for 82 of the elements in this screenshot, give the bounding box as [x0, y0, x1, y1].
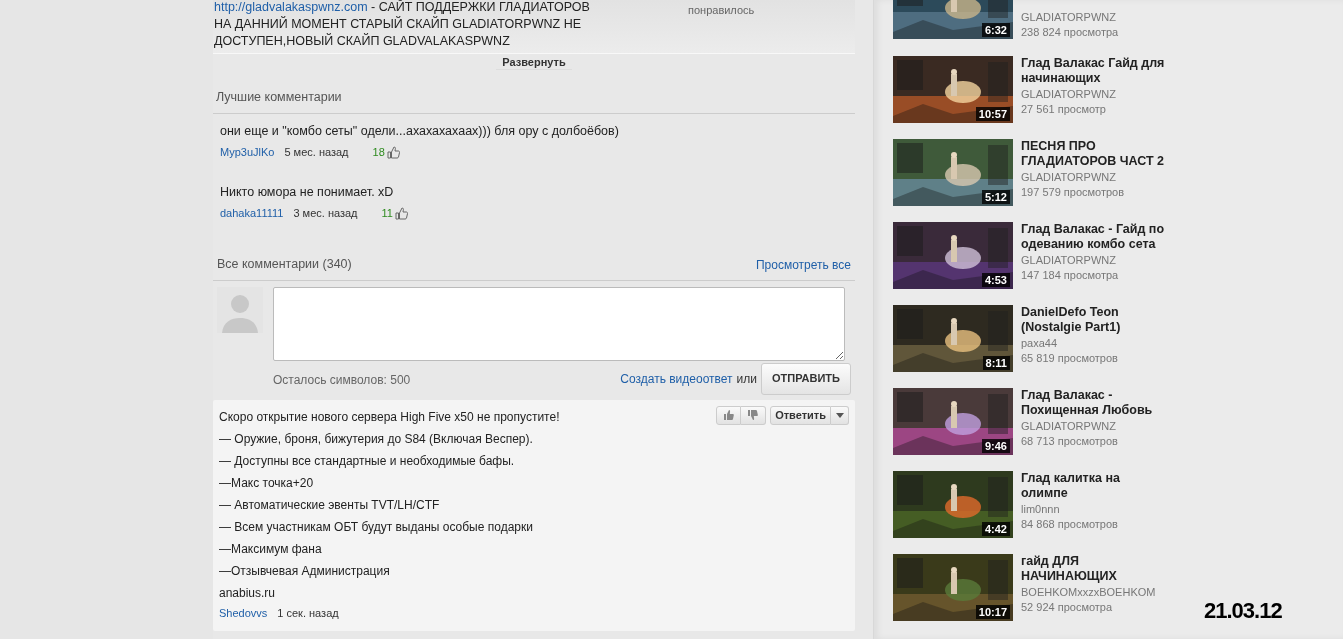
video-title-link[interactable]: Глад Валакас - Похищенная Любовь [1021, 388, 1167, 418]
comment-time: 5 мес. назад [284, 144, 349, 160]
comment-time: 3 мес. назад [293, 206, 358, 222]
view-count: 84 868 просмотров [1021, 517, 1119, 532]
like-button[interactable] [716, 405, 742, 425]
likes-label: понравилось [688, 3, 755, 18]
like-count: 11 [381, 206, 393, 222]
video-title-link[interactable]: ПЕСНЯ ПРО ГЛАДИАТОРОВ ЧАСТ 2 [1021, 139, 1167, 169]
duration-badge: 10:17 [975, 605, 1010, 619]
expand-button[interactable]: Развернуть [496, 54, 572, 70]
comment-text: они еще и "комбо сеты" одели...ахахахахаах))) бля ору с долбоёбов) [220, 122, 620, 139]
comment-text: Никто юмора не понимает. xD [220, 184, 395, 201]
video-reply-link[interactable]: Создать видеоответ [620, 369, 733, 388]
duration-badge: 9:46 [981, 439, 1010, 453]
channel-name: BOEHKOMxxzxBOEHKOM [1021, 585, 1157, 600]
video-thumbnail[interactable]: 10:57 [893, 56, 1013, 123]
date-label: 21.03.12 [1204, 598, 1282, 623]
video-thumbnail[interactable]: 9:46 [893, 388, 1013, 455]
duration-badge: 8:11 [982, 356, 1010, 370]
channel-name: GLADIATORPWNZ [1021, 253, 1117, 268]
view-count: 52 924 просмотра [1021, 600, 1114, 615]
dislike-button[interactable] [741, 405, 767, 425]
channel-name: GLADIATORPWNZ [1021, 170, 1117, 185]
comment-input-field[interactable] [273, 286, 845, 361]
view-count: 68 713 просмотров [1021, 434, 1119, 449]
description-link[interactable]: http://gladvalakaspwnz.com [214, 0, 368, 14]
view-count: 197 579 просмотров [1021, 185, 1126, 200]
author-link[interactable]: dahaka11111 [220, 205, 284, 222]
video-title-link[interactable]: Глад Валакас Гайд для начинающих [1021, 56, 1167, 86]
section-title: Все комментарии (340) [217, 255, 352, 273]
view-all-link[interactable]: Просмотреть все [755, 255, 851, 274]
description-line: http://gladvalakaspwnz.com - САЙТ ПОДДЕРЖКИ ГЛАДИАТОРОВ [214, 0, 590, 16]
view-count: 65 819 просмотров [1021, 351, 1119, 366]
comment-line: anabius.ru [219, 584, 276, 602]
comment-line: Скоро открытие нового сервера High Five x50 не пропустите! [219, 408, 560, 426]
video-thumbnail[interactable]: 8:11 [893, 305, 1013, 372]
comment-line: —Максимум фана [219, 540, 322, 558]
video-title-link[interactable]: DanielDefo Teon (Nostalgie Part1) [1021, 305, 1167, 335]
view-count: 147 184 просмотра [1021, 268, 1120, 283]
description-line: ДОСТУПЕН,НОВЫЙ СКАЙП GLADVALAKASPWNZ [214, 33, 510, 50]
video-title-link[interactable]: Глад калитка на олимпе [1021, 471, 1167, 501]
channel-name: lim0nnn [1021, 502, 1061, 517]
comment-line: — Всем участникам ОБТ будут выданы особые подарки [219, 518, 533, 536]
thumbs-up-icon [386, 145, 400, 159]
duration-badge: 5:12 [981, 190, 1010, 204]
description-line: НА ДАННИЙ МОМЕНТ СТАРЫЙ СКАЙП GLADIATORPWNZ НЕ [214, 16, 581, 33]
comment-line: —Отзывчевая Администрация [219, 562, 390, 580]
comment-line: — Доступны все стандартные и необходимые бафы. [219, 452, 515, 470]
send-button[interactable]: ОТПРАВИТЬ [761, 362, 851, 395]
reply-menu-button[interactable] [831, 405, 849, 425]
duration-badge: 4:42 [981, 522, 1010, 536]
like-count: 18 [372, 144, 385, 160]
or-text: или [736, 370, 757, 388]
comment-line: — Оружие, броня, бижутерия до S84 (Включая Веспер). [219, 430, 533, 448]
video-thumbnail[interactable]: 5:12 [893, 139, 1013, 206]
video-thumbnail[interactable]: 4:42 [893, 471, 1013, 538]
comment-line: —Макс точка+20 [219, 474, 314, 492]
video-thumbnail[interactable]: 4:53 [893, 222, 1013, 289]
video-thumbnail[interactable]: 10:17 [893, 554, 1013, 621]
thumbs-up-icon [394, 207, 408, 220]
author-link[interactable]: Myp3uJlKo [220, 143, 275, 161]
comment-line: — Автоматические эвенты TVT/LH/CTF [219, 496, 440, 514]
thumbs-up-icon [723, 410, 734, 420]
section-title: Лучшие комментарии [213, 88, 855, 114]
video-title-link[interactable]: Глад Валакас - Гайд по одеванию комбо сета [1021, 222, 1167, 252]
comment-time: 1 сек. назад [277, 605, 339, 621]
view-count: 238 824 просмотра [1021, 25, 1120, 40]
duration-badge: 6:32 [981, 23, 1010, 37]
channel-name: GLADIATORPWNZ [1021, 87, 1117, 102]
caret-icon [835, 412, 844, 418]
reply-button[interactable]: Ответить [770, 405, 831, 425]
thumbs-down-icon [748, 410, 759, 420]
video-title-link[interactable]: гайд ДЛЯ НАЧИНАЮЩИХ [1021, 554, 1167, 584]
channel-name: paxa44 [1021, 336, 1059, 351]
video-thumbnail[interactable]: 6:32 [893, 0, 1013, 39]
duration-badge: 10:57 [975, 107, 1010, 121]
author-link[interactable]: Shedovvs [219, 604, 268, 621]
chars-left-text: Осталось символов: 500 [273, 371, 411, 389]
channel-name: GLADIATORPWNZ [1021, 10, 1117, 25]
channel-name: GLADIATORPWNZ [1021, 419, 1117, 434]
view-count: 27 561 просмотр [1021, 102, 1107, 117]
duration-badge: 4:53 [981, 273, 1010, 287]
